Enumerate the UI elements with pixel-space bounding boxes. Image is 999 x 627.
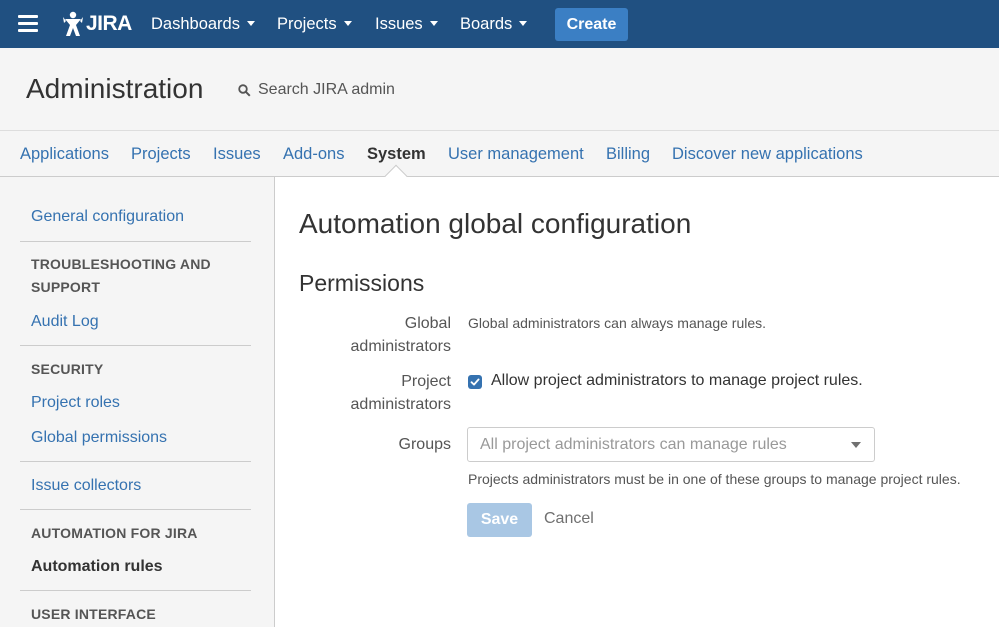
permissions-section-title: Permissions — [299, 270, 425, 296]
tab-issues[interactable]: Issues — [213, 131, 261, 177]
admin-header: Administration Search JIRA admin — [0, 48, 999, 130]
chevron-down-icon — [343, 21, 352, 26]
page-title: Administration — [26, 73, 204, 104]
main-title: Automation global configuration — [299, 208, 692, 239]
sidebar-item-general-configuration[interactable]: General configuration — [31, 208, 184, 226]
jira-logo-icon — [63, 11, 83, 36]
sidebar-divider — [20, 590, 251, 591]
sidebar-heading-troubleshooting: TROUBLESHOOTING AND SUPPORT — [31, 253, 211, 299]
global-administrators-label-line2: administrators — [350, 338, 451, 355]
tab-user-management[interactable]: User management — [448, 131, 584, 177]
nav-boards-label: Boards — [460, 15, 513, 33]
nav-projects-menu[interactable]: Projects — [277, 0, 352, 48]
project-administrators-checkbox[interactable] — [468, 375, 482, 389]
tab-billing[interactable]: Billing — [606, 131, 650, 177]
project-administrators-label-line2: administrators — [350, 396, 451, 413]
chevron-down-icon — [429, 21, 438, 26]
jira-logo[interactable]: JIRA — [62, 10, 132, 38]
sidebar-divider — [20, 461, 251, 462]
tab-applications[interactable]: Applications — [20, 131, 109, 177]
nav-issues-menu[interactable]: Issues — [375, 0, 438, 48]
nav-dashboards-menu[interactable]: Dashboards — [151, 0, 255, 48]
project-administrators-checkbox-label[interactable]: Allow project administrators to manage p… — [491, 372, 863, 390]
tab-projects[interactable]: Projects — [131, 131, 191, 177]
tab-discover-new-applications[interactable]: Discover new applications — [672, 131, 863, 177]
cancel-button[interactable]: Cancel — [544, 510, 594, 528]
hamburger-menu-icon[interactable] — [18, 15, 38, 32]
tab-add-ons[interactable]: Add-ons — [283, 131, 344, 177]
project-administrators-label-line1: Project — [401, 373, 451, 390]
nav-boards-menu[interactable]: Boards — [460, 0, 528, 48]
search-icon — [238, 83, 251, 97]
global-administrators-label-line1: Global — [404, 315, 451, 332]
checkmark-icon — [470, 378, 480, 386]
groups-select[interactable]: All project administrators can manage ru… — [467, 427, 875, 462]
sidebar-heading-troubleshooting-line2: SUPPORT — [31, 279, 101, 295]
dropdown-arrow-icon — [851, 442, 861, 448]
create-button[interactable]: Create — [555, 8, 628, 41]
sidebar-item-audit-log[interactable]: Audit Log — [31, 313, 99, 331]
project-administrators-label: Project administrators — [299, 370, 451, 416]
sidebar-divider — [20, 345, 251, 346]
chevron-down-icon — [246, 21, 255, 26]
nav-dashboards-label: Dashboards — [151, 15, 240, 33]
global-administrators-label: Global administrators — [299, 312, 451, 358]
sidebar-item-issue-collectors[interactable]: Issue collectors — [31, 477, 141, 495]
sidebar-heading-security: SECURITY — [31, 361, 104, 377]
nav-projects-label: Projects — [277, 15, 337, 33]
sidebar-item-project-roles[interactable]: Project roles — [31, 394, 120, 412]
admin-search-placeholder: Search JIRA admin — [258, 81, 395, 98]
jira-logo-text: JIRA — [86, 12, 132, 35]
top-navigation-bar: JIRA Dashboards Projects Issues Boards C… — [0, 0, 999, 48]
sidebar-heading-troubleshooting-line1: TROUBLESHOOTING AND — [31, 256, 211, 272]
sidebar-item-global-permissions[interactable]: Global permissions — [31, 429, 167, 447]
groups-label: Groups — [398, 436, 451, 453]
sidebar-item-automation-rules[interactable]: Automation rules — [31, 558, 163, 576]
admin-search[interactable]: Search JIRA admin — [238, 79, 395, 101]
chevron-down-icon — [519, 21, 528, 26]
sidebar-divider — [20, 241, 251, 242]
sidebar: General configuration TROUBLESHOOTING AN… — [0, 177, 275, 627]
nav-issues-label: Issues — [375, 15, 423, 33]
sidebar-heading-automation: AUTOMATION FOR JIRA — [31, 525, 198, 541]
global-administrators-description: Global administrators can always manage … — [468, 315, 767, 331]
admin-tabs: Applications Projects Issues Add-ons Sys… — [0, 130, 999, 188]
groups-select-value: All project administrators can manage ru… — [480, 436, 787, 453]
sidebar-heading-user-interface: USER INTERFACE — [31, 606, 156, 622]
groups-help-text: Projects administrators must be in one o… — [468, 471, 961, 487]
save-button[interactable]: Save — [467, 503, 532, 537]
sidebar-divider — [20, 509, 251, 510]
